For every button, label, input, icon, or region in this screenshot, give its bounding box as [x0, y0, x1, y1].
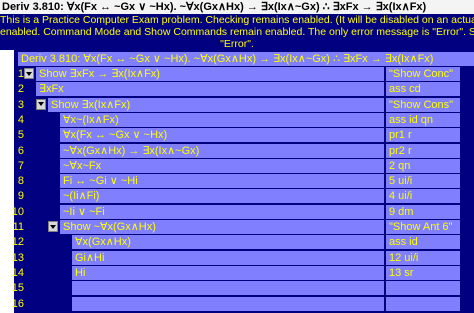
line-justification[interactable]: ass id — [386, 235, 460, 250]
line-number: 11 — [12, 221, 24, 233]
derivation-line[interactable]: 11 Show ~∀x(Gx∧Hx) "Show Ant 6" — [0, 220, 474, 235]
derivation-line[interactable]: 10 ~Ii ∨ ~Fi 9 dm — [0, 204, 474, 220]
notice-line-1: This is a Practice Computer Exam problem… — [0, 14, 474, 26]
line-number: 1 — [17, 68, 24, 80]
derivation-line[interactable]: 7 ~∀x~Fx 2 qn — [0, 158, 474, 174]
line-formula[interactable]: ~Ii ∨ ~Fi — [60, 204, 384, 219]
line-formula[interactable]: Hi — [72, 265, 384, 280]
derivation-line[interactable]: 16 — [0, 296, 474, 312]
line-number: 7 — [17, 159, 24, 172]
line-formula[interactable]: ∀x~(Ix∧Fx) — [60, 112, 384, 127]
line-formula[interactable]: ∃xFx — [36, 82, 384, 97]
line-justification[interactable]: 4 ui/i — [386, 189, 460, 204]
derivation-header: Deriv 3.810: ∀x(Fx ↔ ~Gx ∨ ~Hx). ~∀x(Gx∧… — [18, 52, 474, 66]
line-number: 3 — [17, 98, 24, 111]
line-justification[interactable]: 13 sr — [386, 265, 460, 280]
line-number: 14 — [11, 266, 24, 279]
line-formula[interactable] — [72, 296, 384, 311]
derivation-line[interactable]: 12 ∀x(Gx∧Hx) ass id — [0, 235, 474, 250]
line-formula[interactable]: ∀x(Gx∧Hx) — [72, 235, 384, 250]
line-justification[interactable]: "Show Conc" — [386, 67, 460, 81]
line-number: 10 — [11, 205, 24, 218]
line-number: 8 — [17, 175, 24, 188]
line-justification[interactable]: 5 ui/i — [386, 174, 460, 189]
line-justification[interactable]: ass id qn — [386, 112, 460, 127]
line-formula[interactable] — [72, 281, 384, 296]
line-formula[interactable]: Fi ↔ ~Gi ∨ ~Hi — [60, 174, 384, 189]
line-number: 4 — [17, 113, 24, 126]
chevron-down-icon — [26, 71, 32, 76]
line-formula[interactable]: ~∀x(Gx∧Hx) → ∃x(Ix∧~Gx) — [60, 143, 384, 158]
line-number: 9 — [17, 190, 24, 203]
line-justification[interactable]: pr2 r — [386, 143, 460, 158]
line-formula[interactable]: ~(Ii∧Fi) — [60, 189, 384, 204]
line-formula[interactable]: ~∀x~Fx — [60, 158, 384, 173]
line-justification[interactable]: 12 ui/i — [386, 250, 460, 265]
window-title: Deriv 3.810: ∀x(Fx ↔ ~Gx ∨ ~Hx). ~∀x(Gx∧… — [0, 0, 474, 14]
line-justification[interactable]: ass cd — [386, 82, 460, 97]
line-number: 6 — [17, 144, 24, 157]
derivation-line[interactable]: 13 Gi∧Hi 12 ui/i — [0, 250, 474, 266]
line-formula[interactable]: ∀x(Fx ↔ ~Gx ∨ ~Hx) — [60, 128, 384, 143]
line-justification[interactable]: 2 qn — [386, 158, 460, 173]
exam-notice: This is a Practice Computer Exam problem… — [0, 14, 474, 50]
line-formula[interactable]: Show ∃x(Ix∧Fx) — [48, 97, 384, 112]
line-justification[interactable] — [386, 296, 460, 311]
derivation-line[interactable]: 8 Fi ↔ ~Gi ∨ ~Hi 5 ui/i — [0, 174, 474, 189]
derivation-line[interactable]: 14 Hi 13 sr — [0, 265, 474, 281]
line-formula[interactable]: Gi∧Hi — [72, 250, 384, 265]
derivation-line[interactable]: 1 Show ∃xFx → ∃x(Ix∧Fx) "Show Conc" — [0, 67, 474, 82]
line-justification[interactable]: pr1 r — [386, 128, 460, 143]
notice-line-3: "Error". — [220, 38, 254, 50]
derivation-line[interactable]: 5 ∀x(Fx ↔ ~Gx ∨ ~Hx) pr1 r — [0, 128, 474, 143]
line-number: 5 — [17, 129, 24, 142]
line-number: 12 — [11, 236, 24, 249]
line-number: 16 — [11, 297, 24, 310]
notice-line-2: enabled. Command Mode and Show Commands … — [0, 26, 474, 38]
line-justification[interactable]: "Show Ant 6" — [386, 220, 460, 234]
line-number: 13 — [11, 251, 24, 264]
derivation-line[interactable]: 2 ∃xFx ass cd — [0, 82, 474, 97]
line-formula[interactable]: Show ~∀x(Gx∧Hx) — [60, 220, 384, 234]
derivation-line[interactable]: 9 ~(Ii∧Fi) 4 ui/i — [0, 189, 474, 204]
line-justification[interactable] — [386, 281, 460, 296]
line-number: 2 — [17, 83, 24, 96]
show-toggle-icon[interactable] — [24, 68, 34, 79]
show-toggle-icon[interactable] — [36, 98, 46, 110]
line-justification[interactable]: 9 dm — [386, 204, 460, 219]
chevron-down-icon — [50, 224, 56, 229]
line-justification[interactable]: "Show Cons" — [386, 97, 460, 112]
line-number: 15 — [11, 282, 24, 295]
derivation-line[interactable]: 4 ∀x~(Ix∧Fx) ass id qn — [0, 112, 474, 128]
chevron-down-icon — [38, 102, 44, 107]
app-window: Deriv 3.810: ∀x(Fx ↔ ~Gx ∨ ~Hx). ~∀x(Gx∧… — [0, 0, 474, 313]
derivation-line[interactable]: 3 Show ∃x(Ix∧Fx) "Show Cons" — [0, 97, 474, 113]
line-formula[interactable]: Show ∃xFx → ∃x(Ix∧Fx) — [36, 67, 384, 81]
derivation-line[interactable]: 6 ~∀x(Gx∧Hx) → ∃x(Ix∧~Gx) pr2 r — [0, 143, 474, 159]
derivation-line[interactable]: 15 — [0, 281, 474, 296]
show-toggle-icon[interactable] — [48, 221, 58, 232]
